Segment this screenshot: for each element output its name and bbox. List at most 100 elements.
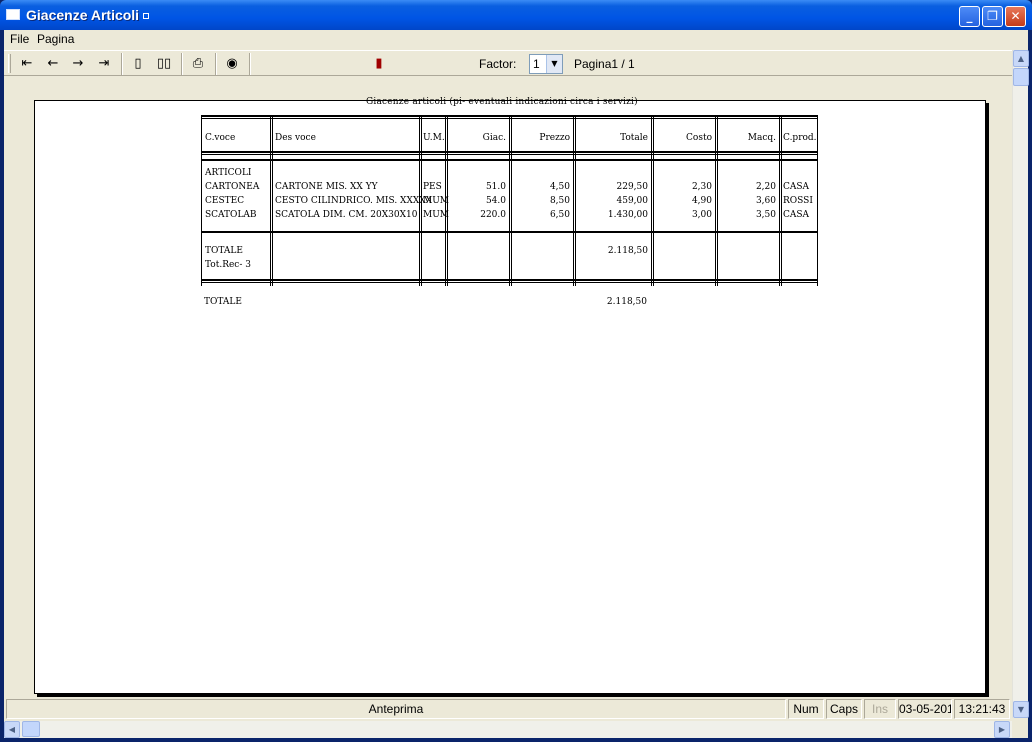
- header-cprod: C.prod.: [783, 133, 817, 143]
- table-cell: 3,00: [691, 210, 712, 220]
- record-count: Tot.Rec- 3: [205, 260, 251, 270]
- scroll-left-icon[interactable]: ◀: [4, 721, 20, 738]
- window-icon: [6, 9, 20, 20]
- menu-pagina[interactable]: Pagina: [37, 32, 74, 46]
- table-cell: 54.0: [485, 196, 506, 206]
- client-area: File Pagina ⇤ ← → ⇥ ▯ ▯▯ ⎙ ◉ ▮ Factor: 1…: [4, 30, 1029, 738]
- vertical-scroll-thumb[interactable]: [1013, 68, 1029, 86]
- rule-body-bottom: [202, 231, 817, 235]
- table-cell: 51.0: [485, 182, 506, 192]
- toolbar-separator: [249, 53, 251, 75]
- table-cell: MUM: [423, 210, 450, 220]
- rule-header-bottom: [202, 159, 817, 163]
- subtotal-value: 2.118,50: [607, 246, 648, 256]
- column-divider: [779, 115, 780, 286]
- column-divider: [781, 115, 782, 286]
- status-bar: Anteprima Num Caps Ins 03-05-2016 13:21:…: [4, 697, 1012, 721]
- toolbar-separator: [181, 53, 183, 75]
- printer-icon[interactable]: ⎙: [187, 54, 209, 74]
- grand-total-label: TOTALE: [204, 297, 242, 307]
- previous-page-icon[interactable]: ←: [42, 54, 64, 74]
- column-divider: [653, 115, 654, 286]
- report-table: C.voce Des voce U.M. Giac. Prezzo Totale…: [201, 115, 818, 286]
- status-caps: Caps: [826, 699, 862, 719]
- table-cell: CASA: [783, 210, 810, 220]
- next-page-icon[interactable]: →: [67, 54, 89, 74]
- table-cell: ROSSI: [783, 196, 813, 206]
- report-title: Giacenze articoli (pi- eventuali indicaz…: [366, 97, 638, 107]
- table-cell: MUM: [423, 196, 450, 206]
- status-mode: Anteprima: [6, 699, 786, 719]
- column-divider: [511, 115, 512, 286]
- factor-label: Factor:: [479, 57, 517, 71]
- last-page-icon[interactable]: ⇥: [93, 54, 115, 74]
- table-cell: 220.0: [480, 210, 506, 220]
- rule-top: [202, 115, 817, 119]
- table-cell: 2,30: [691, 182, 712, 192]
- export-icon[interactable]: ◉: [221, 54, 243, 74]
- table-cell: SCATOLA DIM. CM. 20X30X10: [275, 210, 418, 220]
- header-um: U.M.: [423, 133, 445, 143]
- table-cell: 2,20: [755, 182, 776, 192]
- minimize-button[interactable]: _: [959, 6, 980, 27]
- vertical-scrollbar[interactable]: ▲ ▼: [1012, 50, 1029, 718]
- table-cell: 8,50: [549, 196, 570, 206]
- toolbar: ⇤ ← → ⇥ ▯ ▯▯ ⎙ ◉ ▮ Factor: 1 ▼ Pagina1 /…: [4, 50, 1012, 76]
- close-button[interactable]: ✕: [1005, 6, 1026, 27]
- column-divider: [509, 115, 510, 286]
- table-cell: 4,50: [549, 182, 570, 192]
- table-cell: 1.430,00: [607, 210, 648, 220]
- status-date: 03-05-2016: [898, 699, 952, 719]
- horizontal-scroll-thumb[interactable]: [22, 721, 40, 737]
- table-cell: 229,50: [616, 182, 649, 192]
- grand-total-value: 2.118,50: [606, 297, 647, 307]
- table-cell: 3,60: [755, 196, 776, 206]
- factor-select[interactable]: 1 ▼: [529, 54, 563, 74]
- maximize-button[interactable]: ❐: [982, 6, 1003, 27]
- column-divider: [575, 115, 576, 286]
- column-divider: [651, 115, 652, 286]
- header-cvoce: C.voce: [205, 133, 236, 143]
- preview-area[interactable]: Giacenze articoli (pi- eventuali indicaz…: [4, 77, 1012, 697]
- column-divider: [717, 115, 718, 286]
- rule-footer: [202, 279, 817, 283]
- scroll-down-icon[interactable]: ▼: [1013, 701, 1029, 718]
- header-giac: Giac.: [482, 133, 506, 143]
- subtotal-label: TOTALE: [205, 246, 243, 256]
- table-cell: CARTONE MIS. XX YY: [275, 182, 378, 192]
- table-cell: 4,90: [691, 196, 712, 206]
- column-divider: [272, 115, 273, 286]
- title-bar[interactable]: Giacenze Articoli _ ❐ ✕: [0, 0, 1032, 30]
- table-cell: CESTEC: [205, 196, 245, 206]
- table-cell: 3,50: [755, 210, 776, 220]
- table-cell: PES: [423, 182, 442, 192]
- horizontal-scrollbar[interactable]: ◀ ▶: [4, 721, 1012, 738]
- toolbar-separator: [121, 53, 123, 75]
- two-pages-icon[interactable]: ▯▯: [153, 54, 175, 74]
- first-page-icon[interactable]: ⇤: [16, 54, 38, 74]
- table-cell: CASA: [783, 182, 810, 192]
- single-page-icon[interactable]: ▯: [127, 54, 149, 74]
- status-ins: Ins: [864, 699, 896, 719]
- title-marker-icon: [143, 13, 150, 20]
- scroll-right-icon[interactable]: ▶: [994, 721, 1010, 738]
- header-macq: Macq.: [747, 133, 776, 143]
- factor-value: 1: [533, 57, 540, 71]
- scrollbar-corner: [1012, 718, 1028, 738]
- header-prezzo: Prezzo: [539, 133, 570, 143]
- column-divider: [573, 115, 574, 286]
- header-desvoce: Des voce: [275, 133, 316, 143]
- column-divider: [715, 115, 716, 286]
- chevron-down-icon[interactable]: ▼: [546, 55, 562, 73]
- scroll-up-icon[interactable]: ▲: [1013, 50, 1029, 67]
- header-costo: Costo: [686, 133, 712, 143]
- table-cell: 459,00: [616, 196, 649, 206]
- application-window: Giacenze Articoli _ ❐ ✕ File Pagina ⇤ ← …: [0, 0, 1032, 742]
- toolbar-grip[interactable]: [8, 54, 11, 73]
- status-time: 13:21:43: [954, 699, 1010, 719]
- window-title: Giacenze Articoli: [26, 7, 150, 23]
- menu-file[interactable]: File: [10, 32, 29, 46]
- header-totale: Totale: [620, 133, 648, 143]
- report-page: Giacenze articoli (pi- eventuali indicaz…: [34, 97, 986, 694]
- exit-door-icon[interactable]: ▮: [368, 54, 390, 74]
